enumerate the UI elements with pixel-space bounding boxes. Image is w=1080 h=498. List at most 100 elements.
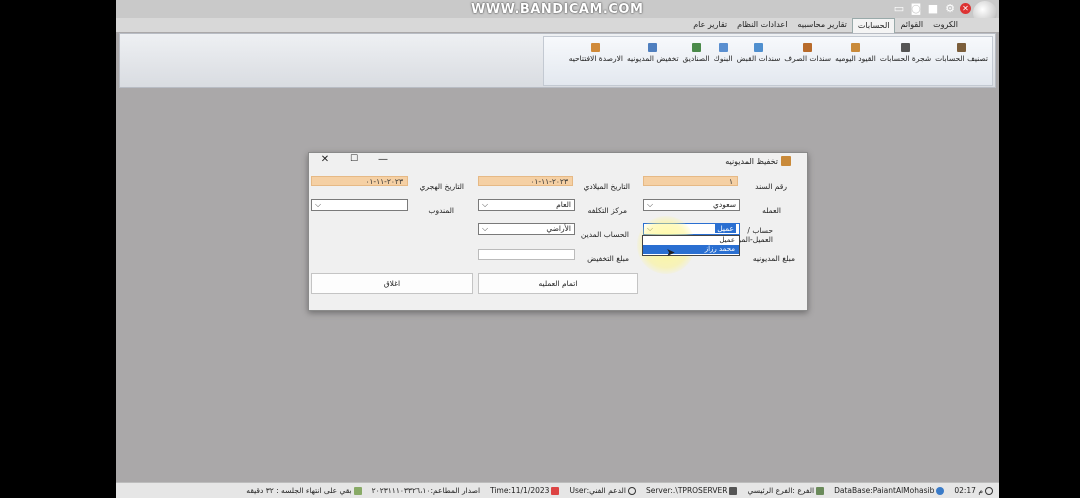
user-icon <box>627 486 636 495</box>
ribbon-button-receipt-vouchers[interactable]: سندات القبض <box>735 37 783 63</box>
close-circle-icon[interactable]: ✕ <box>960 3 971 14</box>
debtor-account-select[interactable]: الأراضي ⌵ <box>478 223 575 235</box>
menu-item-system-settings[interactable]: اعدادات النظام <box>732 18 792 32</box>
minimize-icon[interactable]: — <box>375 154 391 165</box>
status-server-text: Server:.\TPROSERVER <box>645 486 728 495</box>
close-button[interactable]: اغلاق <box>311 273 473 294</box>
status-bar: م 02:17 DataBase:PaiantAlMohasib الفرع :… <box>116 482 999 498</box>
debt-reduction-dialog: تخفيظ المديونيه ✕ ☐ — رقم السند ١ التاري… <box>308 152 808 311</box>
branch-icon <box>816 486 825 495</box>
journal-icon <box>850 43 860 52</box>
delegate-label: المندوب <box>428 206 454 215</box>
status-server: Server:.\TPROSERVER <box>646 486 738 495</box>
menu-item-lists[interactable]: القوائم <box>895 18 928 32</box>
ribbon-button-chart-of-accounts[interactable]: شجرة الحسابات <box>878 37 933 63</box>
discount-amount-label: مبلغ التخفيض <box>587 254 629 263</box>
ribbon-button-debt-reduction[interactable]: تخفيض المديونيه <box>625 37 681 63</box>
gregorian-date-label: التاريخ الميلادي <box>583 182 630 191</box>
cost-center-select[interactable]: العام ⌵ <box>478 199 575 211</box>
ribbon-button-label: تصنيف الحسابات <box>935 54 988 63</box>
maximize-icon[interactable]: ☐ <box>346 154 362 164</box>
dropdown-option[interactable]: عميل <box>643 236 739 245</box>
menu-item-general-reports[interactable]: تقارير عام <box>688 18 732 32</box>
ribbon-button-label: الارصدة الافتتاحيه <box>568 54 623 63</box>
titlebar-icons: ▭ ◙ ■ ⚙ ✕ <box>892 1 971 15</box>
ribbon-button-cashboxes[interactable]: الصناديق <box>681 37 712 63</box>
title-bar: WWW.BANDICAM.COM ▭ ◙ ■ ⚙ ✕ <box>116 0 999 25</box>
status-time-text: Time:11/1/2023 <box>490 486 550 495</box>
menu-item-cards[interactable]: الكروت <box>928 18 963 32</box>
ribbon-button-label: الصناديق <box>682 54 710 63</box>
status-user-text: الدعم الفني:User <box>569 486 626 495</box>
ribbon-button-label: شجرة الحسابات <box>879 54 932 63</box>
hijri-date-field: ٢٠٢٣-١١-٠١ <box>311 176 408 186</box>
status-version: اصدار المطاعم:٢٠٢٣١١١٠٣٣٢٦،١٠ <box>372 486 480 495</box>
ribbon-button-journal-entries[interactable]: القيود اليوميه <box>833 37 878 63</box>
delegate-select[interactable]: ⌵ <box>311 199 408 211</box>
ribbon-button-payment-vouchers[interactable]: سندات الصرف <box>782 37 833 63</box>
account-dropdown-list: عميل محمد رزاز <box>642 235 740 256</box>
database-icon <box>936 486 945 495</box>
debt-reduce-icon <box>781 156 791 166</box>
menu-item-accounts[interactable]: الحسابات <box>851 17 896 33</box>
doc-no-field: ١ <box>643 176 738 186</box>
ribbon-button-label: البنوك <box>713 54 733 63</box>
video-icon[interactable]: ■ <box>926 1 940 15</box>
status-database: DataBase:PaiantAlMohasib <box>834 486 945 495</box>
ribbon-panel: تصنيف الحسابات شجرة الحسابات القيود اليو… <box>119 33 996 88</box>
ribbon-button-label: سندات الصرف <box>784 54 832 63</box>
ribbon-group-accounts: تصنيف الحسابات شجرة الحسابات القيود اليو… <box>543 36 993 86</box>
ribbon-button-account-categories[interactable]: تصنيف الحسابات <box>933 37 990 63</box>
doc-no-label: رقم السند <box>755 182 787 191</box>
status-user: الدعم الفني:User <box>569 486 636 495</box>
opening-balance-icon <box>591 43 601 52</box>
chevron-down-icon: ⌵ <box>315 200 322 209</box>
status-clock: م 02:17 <box>954 486 993 495</box>
dialog-title-text: تخفيظ المديونيه <box>725 156 778 166</box>
mouse-cursor-icon: ➤ <box>666 246 676 259</box>
ribbon-button-label: تخفيض المديونيه <box>627 54 679 63</box>
cost-center-value: العام <box>556 200 571 209</box>
status-branch: الفرع :الفرع الرئيسي <box>747 486 825 495</box>
complete-operation-button[interactable]: اتمام العمليه <box>478 273 638 294</box>
receipt-voucher-icon <box>753 43 763 52</box>
currency-select[interactable]: سعودي ⌵ <box>643 199 740 211</box>
dropdown-option[interactable]: محمد رزاز <box>643 245 739 254</box>
cashbox-icon <box>691 43 701 52</box>
debtor-account-label: الحساب المدين <box>580 230 629 239</box>
status-session-text: بقي على انتهاء الجلسه : ٣٢ دقيقه <box>246 486 352 495</box>
gregorian-date-field: ٢٠٢٣-١١-٠١ <box>478 176 573 186</box>
menu-item-accounting-reports[interactable]: تقارير محاسبيه <box>792 18 851 32</box>
bank-icon <box>718 43 728 52</box>
ribbon-button-opening-balances[interactable]: الارصدة الافتتاحيه <box>567 37 625 63</box>
debt-amount-label: مبلغ المديونيه <box>752 254 795 263</box>
status-time: Time:11/1/2023 <box>490 486 560 495</box>
camera-icon[interactable]: ◙ <box>909 1 923 15</box>
currency-value: سعودي <box>713 200 736 209</box>
gear-icon[interactable]: ⚙ <box>943 1 957 15</box>
chevron-down-icon: ⌵ <box>647 200 654 209</box>
calendar-icon <box>551 486 560 495</box>
discount-amount-input[interactable] <box>478 249 575 260</box>
status-session: بقي على انتهاء الجلسه : ٣٢ دقيقه <box>246 486 362 495</box>
cost-center-label: مركز التكلفه <box>587 206 627 215</box>
close-icon[interactable]: ✕ <box>317 154 333 165</box>
currency-label: العمله <box>762 206 781 215</box>
chevron-down-icon: ⌵ <box>482 200 489 209</box>
status-branch-text: الفرع :الفرع الرئيسي <box>747 486 815 495</box>
debtor-account-value: الأراضي <box>546 224 571 233</box>
lock-icon <box>353 486 362 495</box>
ribbon-button-label: القيود اليوميه <box>835 54 876 63</box>
screen-icon[interactable]: ▭ <box>892 1 906 15</box>
clock-icon <box>985 486 993 495</box>
account-value: عميل <box>715 224 736 233</box>
payment-voucher-icon <box>803 43 813 52</box>
ribbon-button-banks[interactable]: البنوك <box>712 37 735 63</box>
status-database-text: DataBase:PaiantAlMohasib <box>834 486 935 495</box>
server-icon <box>729 486 738 495</box>
categories-icon <box>957 43 967 52</box>
debt-reduce-icon <box>648 43 658 52</box>
dialog-title: تخفيظ المديونيه <box>725 156 791 166</box>
bandicam-watermark: WWW.BANDICAM.COM <box>471 2 644 17</box>
chevron-down-icon: ⌵ <box>482 224 489 233</box>
